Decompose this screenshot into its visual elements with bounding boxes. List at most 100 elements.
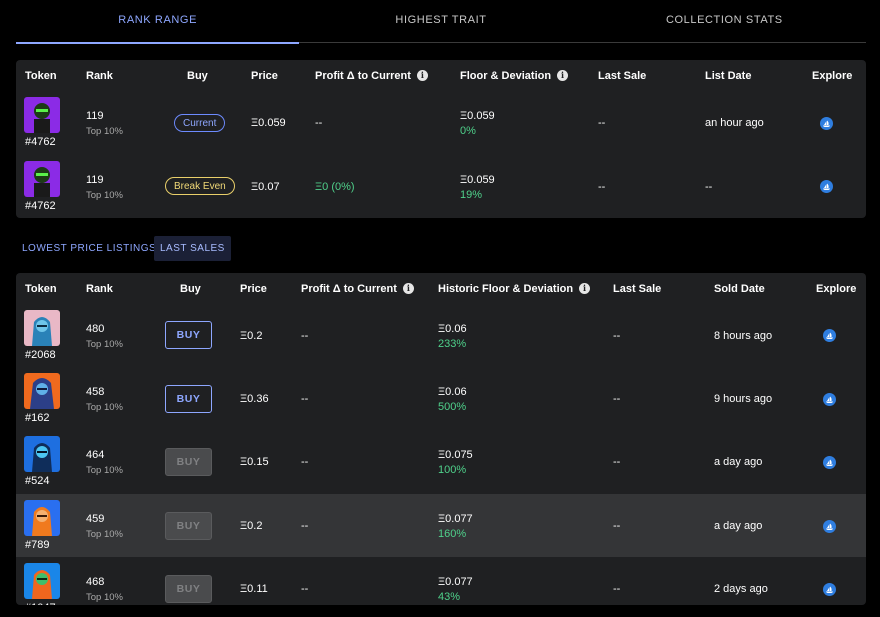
rank-percentile: Top 10%: [86, 339, 123, 350]
token-id[interactable]: #4762: [25, 136, 56, 148]
tab-last-sales[interactable]: LAST SALES: [154, 236, 231, 261]
header-profit-label: Profit Δ to Current: [301, 282, 397, 295]
rank-percentile: Top 10%: [86, 190, 123, 201]
opensea-icon[interactable]: [823, 520, 836, 533]
sold-date: 8 hours ago: [714, 330, 773, 342]
buy-button-disabled[interactable]: BUY: [165, 448, 212, 476]
header-profit-label: Profit Δ to Current: [315, 69, 411, 82]
token-id[interactable]: #2068: [25, 349, 56, 361]
opensea-icon[interactable]: [820, 180, 833, 193]
info-icon[interactable]: i: [402, 283, 414, 294]
tab-rank-range[interactable]: RANK RANGE: [16, 0, 300, 44]
token-thumbnail[interactable]: [24, 563, 60, 599]
header-profit: Profit Δ to Current i: [301, 273, 414, 304]
rank-value: 459: [86, 513, 105, 525]
header-buy: Buy: [187, 69, 208, 82]
buy-button[interactable]: BUY: [165, 385, 212, 413]
token-thumbnail[interactable]: [24, 161, 60, 197]
deviation: 233%: [438, 338, 467, 350]
info-icon[interactable]: i: [557, 70, 569, 81]
deviation: 500%: [438, 401, 467, 413]
deviation: 0%: [460, 125, 476, 137]
token-id[interactable]: #162: [25, 412, 49, 424]
token-thumbnail[interactable]: [24, 373, 60, 409]
tab-bar: RANK RANGE HIGHEST TRAIT COLLECTION STAT…: [16, 0, 866, 44]
sold-date: a day ago: [714, 520, 763, 532]
price: Ξ0.2: [240, 520, 263, 532]
deviation: 160%: [438, 528, 467, 540]
opensea-icon[interactable]: [823, 583, 836, 596]
rank-percentile: Top 10%: [86, 465, 123, 476]
header-price: Price: [240, 282, 267, 295]
rank-percentile: Top 10%: [86, 126, 123, 137]
header-token: Token: [25, 69, 57, 82]
token-id[interactable]: #4762: [25, 200, 56, 212]
rank-value: 464: [86, 449, 105, 461]
last-sales-table: Token Rank Buy Price Profit Δ to Current…: [16, 273, 866, 605]
info-icon[interactable]: i: [416, 70, 428, 81]
header-floor-label: Floor & Deviation: [460, 69, 552, 82]
header-price: Price: [251, 69, 278, 82]
last-sale: --: [598, 181, 606, 193]
price: Ξ0.07: [251, 181, 280, 193]
historic-floor: Ξ0.06: [438, 323, 467, 335]
rank-value: 119: [86, 174, 104, 186]
info-icon[interactable]: i: [579, 283, 591, 294]
last-sale: --: [613, 456, 621, 468]
sold-date: 9 hours ago: [714, 393, 773, 405]
price: Ξ0.2: [240, 330, 263, 342]
token-id[interactable]: #524: [25, 475, 49, 487]
table-header: Token Rank Buy Price Profit Δ to Current…: [16, 60, 866, 91]
historic-floor: Ξ0.077: [438, 576, 473, 588]
header-explore: Explore: [812, 69, 853, 82]
buy-button-disabled[interactable]: BUY: [165, 575, 212, 603]
table-row[interactable]: #789 459 Top 10% BUY Ξ0.2 -- Ξ0.077 160%…: [16, 494, 866, 557]
buy-button-disabled[interactable]: BUY: [165, 512, 212, 540]
opensea-icon[interactable]: [820, 117, 833, 130]
historic-floor: Ξ0.06: [438, 386, 467, 398]
current-badge[interactable]: Current: [174, 114, 226, 132]
profit: Ξ0 (0%): [315, 181, 355, 193]
profit: --: [315, 117, 323, 129]
token-id[interactable]: #789: [25, 539, 49, 551]
historic-floor: Ξ0.075: [438, 449, 473, 461]
opensea-icon[interactable]: [823, 329, 836, 342]
profit: --: [301, 520, 309, 532]
historic-floor: Ξ0.077: [438, 513, 473, 525]
header-rank: Rank: [86, 69, 113, 82]
tab-highest-trait[interactable]: HIGHEST TRAIT: [299, 0, 582, 43]
price: Ξ0.059: [251, 117, 286, 129]
deviation: 100%: [438, 464, 467, 476]
token-thumbnail[interactable]: [24, 310, 60, 346]
token-thumbnail[interactable]: [24, 97, 60, 133]
last-sale: --: [598, 117, 606, 129]
table-row: #162 458 Top 10% BUY Ξ0.36 -- Ξ0.06 500%…: [16, 367, 866, 430]
list-date: an hour ago: [705, 117, 764, 129]
profit: --: [301, 393, 309, 405]
profit: --: [301, 456, 309, 468]
table-row: #524 464 Top 10% BUY Ξ0.15 -- Ξ0.075 100…: [16, 431, 866, 494]
rank-percentile: Top 10%: [86, 529, 123, 540]
token-thumbnail[interactable]: [24, 500, 60, 536]
buy-button[interactable]: BUY: [165, 321, 212, 349]
floor-price: Ξ0.059: [460, 110, 495, 122]
header-floor: Floor & Deviation i: [460, 60, 569, 91]
tab-lowest-price-listings[interactable]: LOWEST PRICE LISTINGS: [16, 236, 162, 261]
table-header: Token Rank Buy Price Profit Δ to Current…: [16, 273, 866, 304]
profit: --: [301, 330, 309, 342]
rank-value: 480: [86, 323, 105, 335]
tab-collection-stats[interactable]: COLLECTION STATS: [583, 0, 866, 43]
current-listing-table: Token Rank Buy Price Profit Δ to Current…: [16, 60, 866, 218]
header-token: Token: [25, 282, 57, 295]
rank-value: 119: [86, 110, 104, 122]
break-even-badge[interactable]: Break Even: [165, 177, 235, 195]
opensea-icon[interactable]: [823, 456, 836, 469]
token-id[interactable]: #1047: [25, 602, 56, 605]
opensea-icon[interactable]: [823, 393, 836, 406]
token-thumbnail[interactable]: [24, 436, 60, 472]
list-date: --: [705, 181, 713, 193]
header-explore: Explore: [816, 282, 857, 295]
rank-value: 458: [86, 386, 105, 398]
last-sale: --: [613, 393, 621, 405]
sold-date: 2 days ago: [714, 583, 768, 595]
